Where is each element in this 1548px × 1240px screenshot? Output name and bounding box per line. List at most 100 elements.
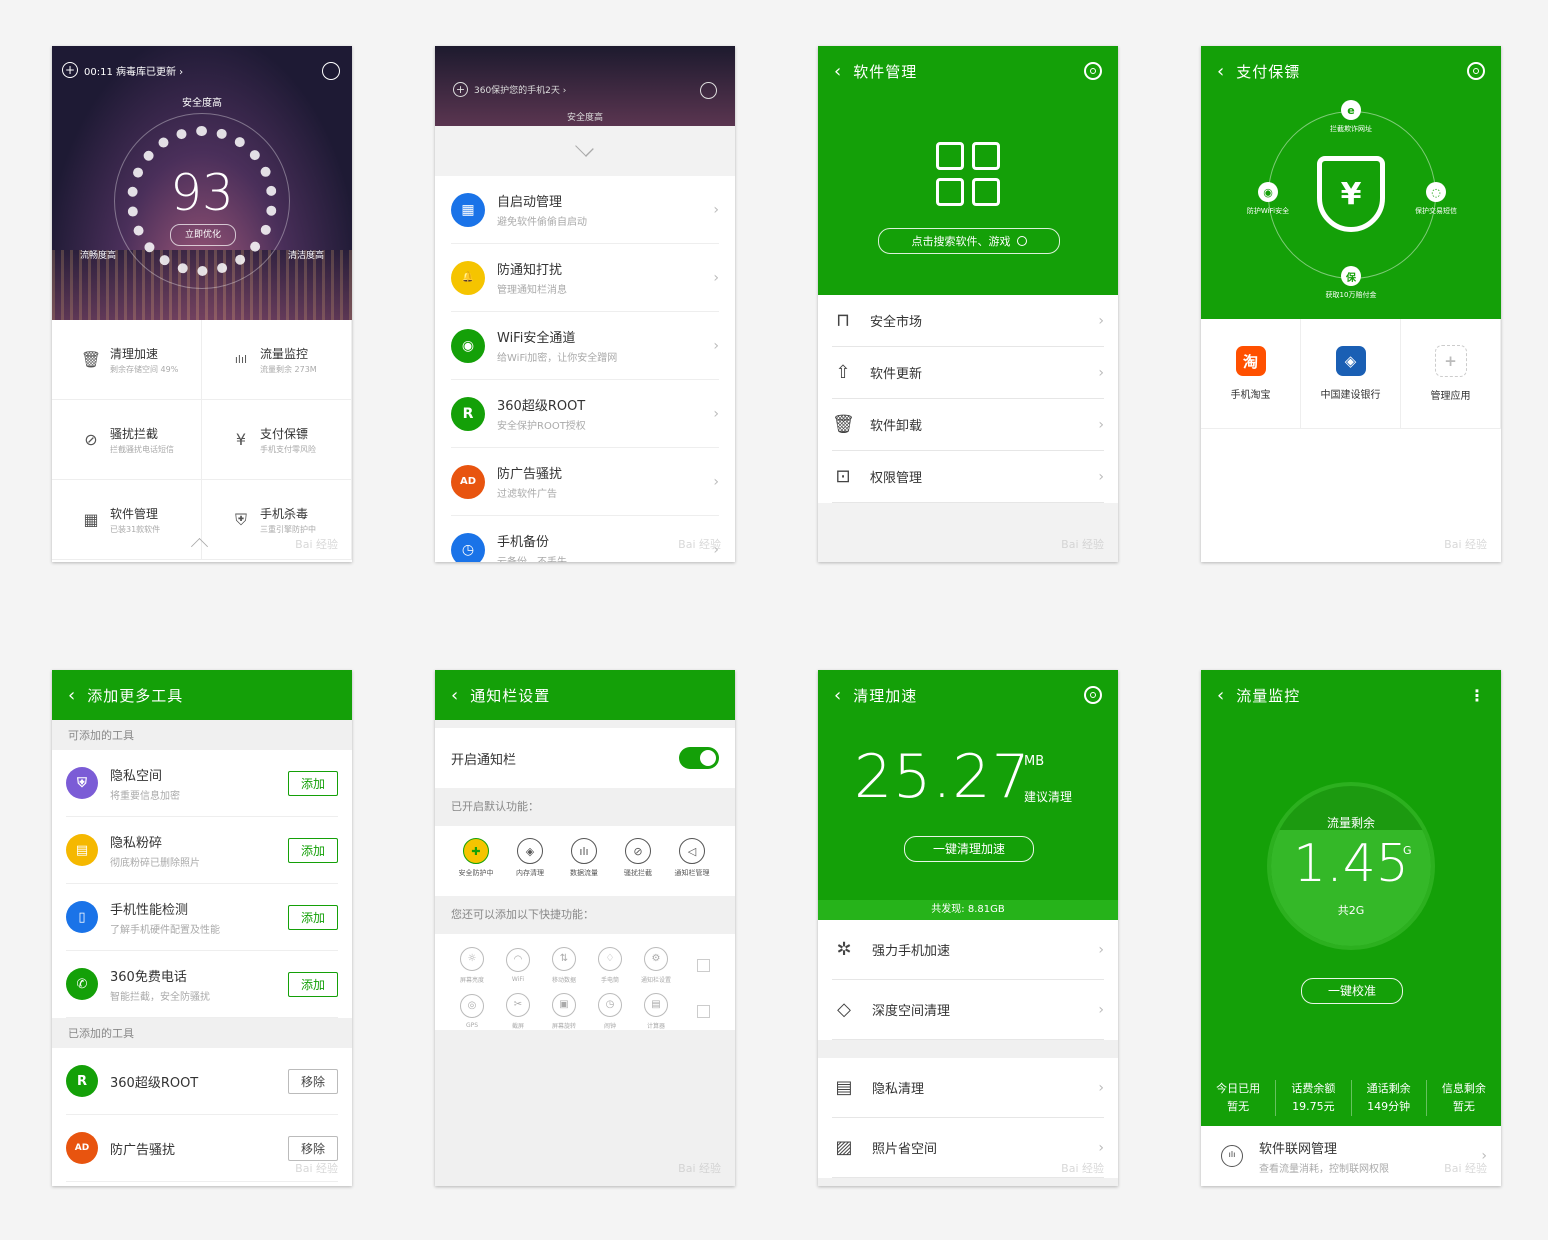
orbit-compensation[interactable]: 保 获取10万赔付金 xyxy=(1309,266,1393,300)
tile-pay[interactable]: ¥ 支付保镖 手机支付零风险 xyxy=(202,400,352,480)
app-manager-item[interactable]: ⇧ 软件更新 › xyxy=(832,347,1104,399)
back-arrow-icon[interactable]: ‹ xyxy=(1217,61,1224,82)
app-manager-item[interactable]: 🗑 软件卸载 › xyxy=(832,399,1104,451)
enabled-tool[interactable]: ılı 数据流量 xyxy=(557,838,611,892)
tool-sub: 智能拦截，安全防骚扰 xyxy=(110,991,210,1003)
search-bar[interactable]: 点击搜索软件、游戏 xyxy=(878,228,1060,254)
gear-icon[interactable] xyxy=(1467,62,1485,80)
user-avatar-icon[interactable] xyxy=(700,82,717,99)
enabled-tool[interactable]: ◈ 内存清理 xyxy=(503,838,557,892)
virus-db-status[interactable]: 00:11 病毒库已更新 › xyxy=(84,63,183,78)
phone-home-screen: + 00:11 病毒库已更新 › 安全度高 93 立即优化 流畅度高 清洁度高 … xyxy=(52,46,352,562)
optimize-button[interactable]: 立即优化 xyxy=(170,224,236,246)
quick-tool-label: GPS xyxy=(465,1021,479,1029)
tile-title: 支付保镖 xyxy=(260,426,309,441)
notif-header: ‹ 通知栏设置 xyxy=(435,670,735,720)
tile-apps[interactable]: ▦ 软件管理 已装31款软件 xyxy=(52,480,202,560)
one-click-clean-button[interactable]: 一键清理加速 xyxy=(904,836,1034,862)
user-avatar-icon[interactable] xyxy=(322,62,340,80)
add-circle-icon[interactable]: + xyxy=(62,62,78,78)
app-tile[interactable]: 淘手机淘宝 xyxy=(1201,319,1301,428)
feature-item[interactable]: AD 防广告骚扰 过滤软件广告 › xyxy=(451,448,719,516)
app-icon: 淘 xyxy=(1235,346,1266,376)
orbit-label: 防护WiFi安全 xyxy=(1246,207,1290,215)
tile-clean[interactable]: 🗑 清理加速 剩余存储空间 49% xyxy=(52,320,202,400)
quick-tool[interactable]: ▤ 计算器 xyxy=(633,992,679,1030)
tile-block[interactable]: ⊘ 骚扰拦截 拦截骚扰电话短信 xyxy=(52,400,202,480)
tool-row: ✆ 360免费电话 智能拦截，安全防骚扰 添加 xyxy=(66,951,338,1018)
chevron-down-area[interactable] xyxy=(435,126,735,176)
enabled-tool-icon: ✚ xyxy=(463,838,489,864)
add-button[interactable]: 添加 xyxy=(287,837,338,863)
mini-hero: + 360保护您的手机2天 › 安全度高 xyxy=(435,46,735,126)
enabled-tool[interactable]: ⊘ 骚扰拦截 xyxy=(611,838,665,892)
back-arrow-icon[interactable]: ‹ xyxy=(68,685,75,706)
quick-tool-label: WiFi xyxy=(511,975,525,983)
quick-tool-checkbox[interactable] xyxy=(697,958,710,972)
more-vert-icon[interactable]: ⋮ xyxy=(1469,686,1485,705)
clean-item[interactable]: ✲ 强力手机加速 › xyxy=(832,920,1104,980)
clean-item[interactable]: ◇ 深度空间清理 › xyxy=(832,980,1104,1040)
quick-tool[interactable]: ◎ GPS xyxy=(449,993,495,1029)
tool-title: 手机性能检测 xyxy=(110,902,189,918)
quick-tool[interactable]: ◷ 闹钟 xyxy=(587,992,633,1030)
notification-toggle[interactable] xyxy=(679,747,719,769)
network-manage-row[interactable]: ılı 软件联网管理 查看流量消耗，控制联网权限 › xyxy=(1201,1126,1501,1186)
feature-item[interactable]: ▦ 自启动管理 避免软件偷偷自启动 › xyxy=(451,176,719,244)
remove-button[interactable]: 移除 xyxy=(287,1068,338,1094)
quick-tool-label: 手电筒 xyxy=(600,976,619,984)
quick-tool[interactable]: ☼ 屏幕亮度 xyxy=(449,946,495,984)
feature-item[interactable]: R 360超级ROOT 安全保护ROOT授权 › xyxy=(451,380,719,448)
clean-item-icon: ▨ xyxy=(835,1137,853,1158)
app-tile[interactable]: ◈ 中国建设银行 xyxy=(1301,319,1401,428)
tool-row: ▯ 手机性能检测 了解手机硬件配置及性能 添加 xyxy=(66,884,338,951)
quick-tool-icon: ◷ xyxy=(598,992,622,1017)
gear-icon[interactable] xyxy=(1084,62,1102,80)
quick-tool[interactable]: ⇅ 移动数据 xyxy=(541,946,587,984)
tool-icon: AD xyxy=(66,1132,98,1164)
quick-tool[interactable]: ⚙ 通知栏设置 xyxy=(633,946,679,984)
feature-title: WiFi安全通道 xyxy=(497,331,576,346)
chevron-down-icon[interactable] xyxy=(575,138,594,157)
quick-tool-checkbox[interactable] xyxy=(697,1004,710,1018)
add-button[interactable]: 添加 xyxy=(287,971,338,997)
chevron-right-icon: › xyxy=(1098,941,1104,958)
quick-tool[interactable]: ▣ 屏幕旋转 xyxy=(541,992,587,1030)
gear-icon[interactable] xyxy=(1084,686,1102,704)
tool-row: ⛨ 隐私空间 将重要信息加密 添加 xyxy=(66,750,338,817)
tile-traffic[interactable]: ılıl 流量监控 流量剩余 273M xyxy=(202,320,352,400)
protect-days[interactable]: 360保护您的手机2天 › xyxy=(474,83,566,96)
add-button[interactable]: 添加 xyxy=(287,904,338,930)
quick-tool[interactable]: ◠ WiFi xyxy=(495,947,541,983)
enabled-tool-label: 骚扰拦截 xyxy=(624,869,652,877)
yen-shield-icon: ¥ xyxy=(235,430,247,449)
enabled-tool[interactable]: ◁ 通知栏管理 xyxy=(665,838,719,892)
clean-item[interactable]: ▤ 隐私清理 › xyxy=(832,1058,1104,1118)
back-arrow-icon[interactable]: ‹ xyxy=(834,685,841,706)
feature-item[interactable]: ◉ WiFi安全通道 给WiFi加密，让你安全蹭网 › xyxy=(451,312,719,380)
add-button[interactable]: 添加 xyxy=(287,770,338,796)
clean-group-1: ✲ 强力手机加速 › ◇ 深度空间清理 › xyxy=(818,920,1118,1040)
quick-tool[interactable]: ✂ 截屏 xyxy=(495,992,541,1030)
add-circle-icon[interactable]: + xyxy=(453,82,468,97)
remaining-label: 流量剩余 xyxy=(1326,816,1375,830)
stat-value: 暂无 xyxy=(1227,1100,1250,1113)
calibrate-button[interactable]: 一键校准 xyxy=(1301,978,1403,1004)
phone-traffic-monitor: ‹ 流量监控 ⋮ 流量剩余 1.45 G 共2G 一键校准 今日已用 暂无 话费余额… xyxy=(1201,670,1501,1186)
orbit-wifi[interactable]: ◉ 防护WiFi安全 xyxy=(1231,182,1305,216)
back-arrow-icon[interactable]: ‹ xyxy=(1217,685,1224,706)
remove-button[interactable]: 移除 xyxy=(287,1135,338,1161)
tile-title: 流量监控 xyxy=(260,346,309,361)
feature-item[interactable]: 🔔 防通知打扰 管理通知栏消息 › xyxy=(451,244,719,312)
total-traffic: 共2G xyxy=(1337,904,1365,917)
app-manager-item[interactable]: ⊓ 安全市场 › xyxy=(832,295,1104,347)
orbit-sms[interactable]: ◌ 保护交易短信 xyxy=(1397,182,1475,216)
back-arrow-icon[interactable]: ‹ xyxy=(451,685,458,706)
app-manager-item[interactable]: ⊡ 权限管理 › xyxy=(832,451,1104,503)
orbit-fraud[interactable]: e 拦截欺诈网址 xyxy=(1311,100,1391,134)
quick-tool[interactable]: ♢ 手电筒 xyxy=(587,946,633,984)
enabled-tool[interactable]: ✚ 安全防护中 xyxy=(449,838,503,892)
app-tile[interactable]: + 管理应用 xyxy=(1401,319,1501,428)
back-arrow-icon[interactable]: ‹ xyxy=(834,61,841,82)
toggle-row[interactable]: 开启通知栏 xyxy=(435,728,735,788)
